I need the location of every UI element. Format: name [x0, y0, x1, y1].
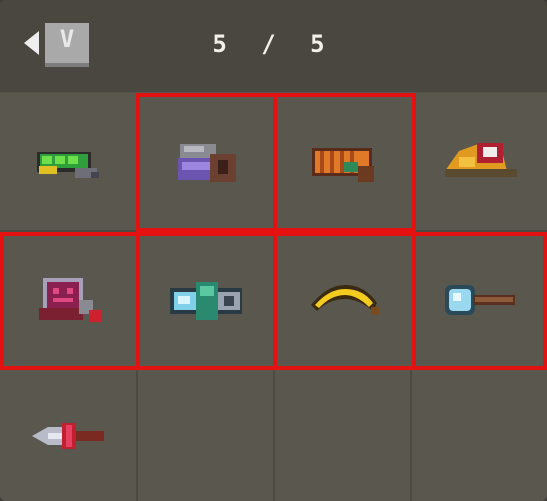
inventory-slot-empty[interactable]	[412, 370, 547, 501]
banana-icon	[310, 285, 379, 315]
back-arrow-icon[interactable]	[22, 31, 40, 55]
orange-cap-icon	[444, 142, 517, 177]
robot-gun-icon	[39, 278, 101, 322]
inventory-slot-selected[interactable]	[273, 232, 416, 370]
key-hint-v: V	[45, 23, 89, 67]
ice-hammer-icon	[444, 285, 515, 315]
inventory-grid	[0, 93, 547, 501]
inventory-slot-selected[interactable]	[273, 93, 416, 232]
inventory-header: V 5 / 5	[0, 0, 547, 92]
inventory-panel: V 5 / 5	[0, 0, 547, 501]
orange-cannon-icon	[311, 147, 374, 182]
inventory-slot-empty[interactable]	[275, 370, 412, 501]
red-dagger-icon	[32, 422, 104, 449]
inventory-slot[interactable]	[0, 93, 138, 232]
inventory-slot-selected[interactable]	[412, 232, 547, 370]
green-blaster-icon	[37, 151, 99, 178]
inventory-slot-empty[interactable]	[138, 370, 275, 501]
purple-helmet-icon	[177, 143, 236, 182]
inventory-slot[interactable]	[414, 93, 547, 232]
key-hint-label: V	[59, 25, 75, 53]
inventory-slot-selected[interactable]	[136, 93, 277, 232]
crystal-blaster-icon	[169, 282, 242, 320]
page-indicator: 5 / 5	[212, 30, 335, 58]
inventory-slot-selected[interactable]	[0, 232, 140, 370]
inventory-slot[interactable]	[0, 370, 138, 501]
inventory-slot-selected[interactable]	[136, 232, 277, 370]
